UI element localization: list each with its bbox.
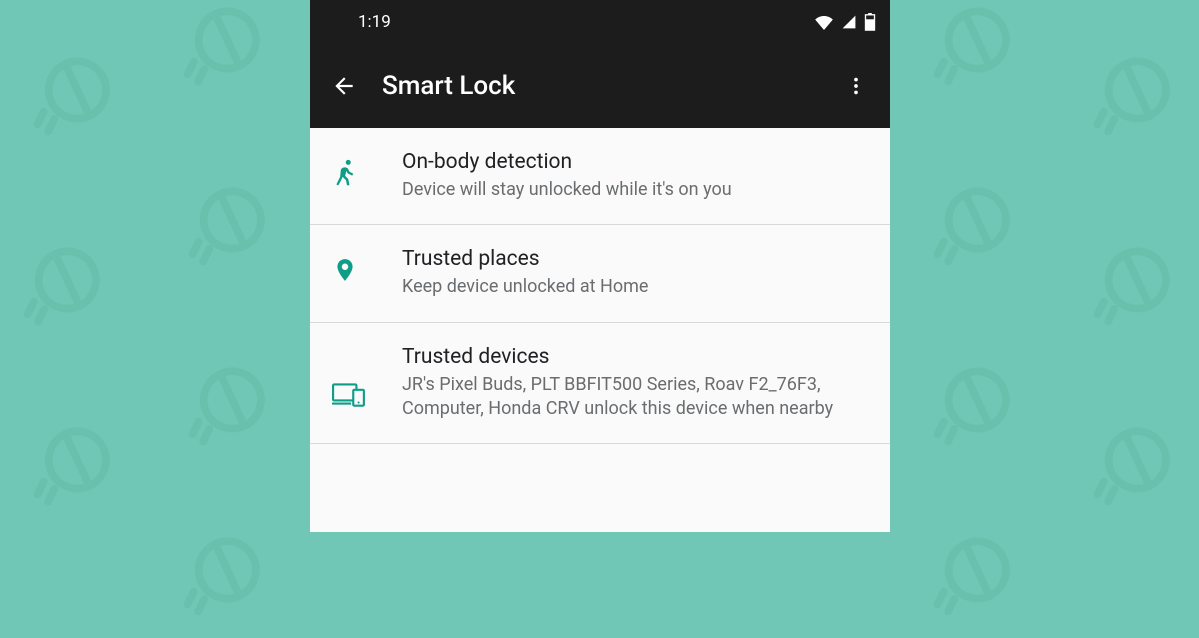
list-item-title: On-body detection [402, 150, 866, 174]
back-button[interactable] [320, 62, 368, 110]
list-item-trusted-places[interactable]: Trusted places Keep device unlocked at H… [310, 225, 890, 322]
devices-icon [332, 381, 366, 407]
place-icon [332, 253, 358, 287]
cell-signal-icon [840, 14, 858, 30]
app-bar: Smart Lock [310, 44, 890, 128]
list-item-trusted-devices[interactable]: Trusted devices JR's Pixel Buds, PLT BBF… [310, 323, 890, 445]
status-time: 1:19 [358, 12, 391, 32]
walk-icon [332, 156, 362, 190]
list-item[interactable] [310, 444, 890, 474]
list-item-subtitle: Keep device unlocked at Home [402, 275, 866, 299]
list-item-title: Trusted places [402, 247, 866, 271]
battery-icon [864, 13, 876, 31]
overflow-menu-button[interactable] [832, 62, 880, 110]
arrow-back-icon [331, 73, 357, 99]
wifi-icon [814, 14, 834, 30]
more-vert-icon [845, 75, 867, 97]
list-item-subtitle: JR's Pixel Buds, PLT BBFIT500 Series, Ro… [402, 373, 866, 422]
settings-list: On-body detection Device will stay unloc… [310, 128, 890, 474]
list-item-on-body-detection[interactable]: On-body detection Device will stay unloc… [310, 128, 890, 225]
status-bar: 1:19 [310, 0, 890, 44]
page-title: Smart Lock [382, 71, 832, 101]
list-item-subtitle: Device will stay unlocked while it's on … [402, 178, 866, 202]
phone-frame: 1:19 Smart Lock [310, 0, 890, 532]
list-item-title: Trusted devices [402, 345, 866, 369]
